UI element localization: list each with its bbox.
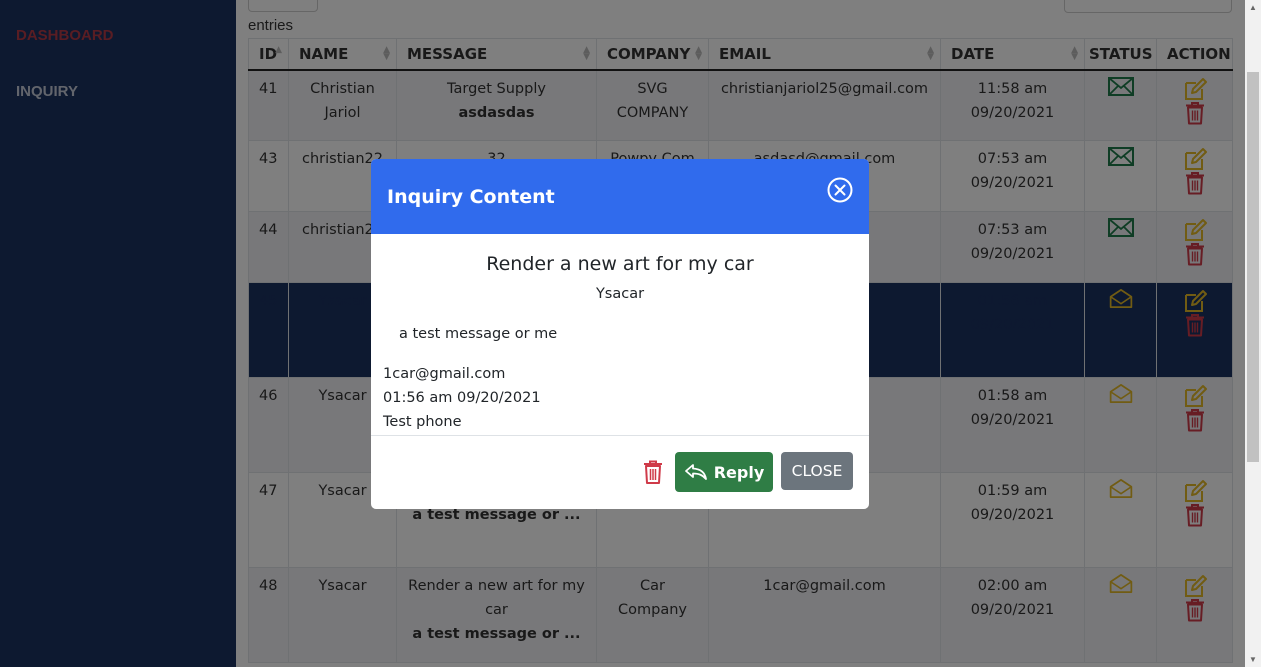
reply-button[interactable]: Reply	[675, 452, 773, 492]
inquiry-modal: Inquiry Content Render a new art for my …	[371, 159, 869, 509]
inquiry-message: a test message or me	[399, 326, 558, 342]
reply-icon	[684, 464, 707, 480]
trash-icon[interactable]	[641, 459, 665, 485]
close-icon[interactable]	[826, 176, 854, 204]
scrollbar-thumb[interactable]	[1247, 72, 1259, 462]
inquiry-sender-name: Ysacar	[595, 286, 645, 302]
inquiry-email: 1car@gmail.com	[383, 366, 506, 382]
close-button[interactable]: CLOSE	[781, 452, 853, 490]
scroll-down-arrow[interactable]: ▼	[1249, 655, 1257, 664]
modal-body: Render a new art for my car Ysacar a tes…	[371, 234, 869, 436]
modal-title: Inquiry Content	[387, 186, 555, 208]
modal-header: Inquiry Content	[371, 159, 869, 234]
scroll-up-arrow[interactable]: ▲	[1249, 3, 1257, 12]
inquiry-phone: Test phone	[383, 414, 462, 430]
inquiry-subject: Render a new art for my car	[486, 253, 754, 275]
inquiry-datetime: 01:56 am 09/20/2021	[383, 390, 541, 406]
